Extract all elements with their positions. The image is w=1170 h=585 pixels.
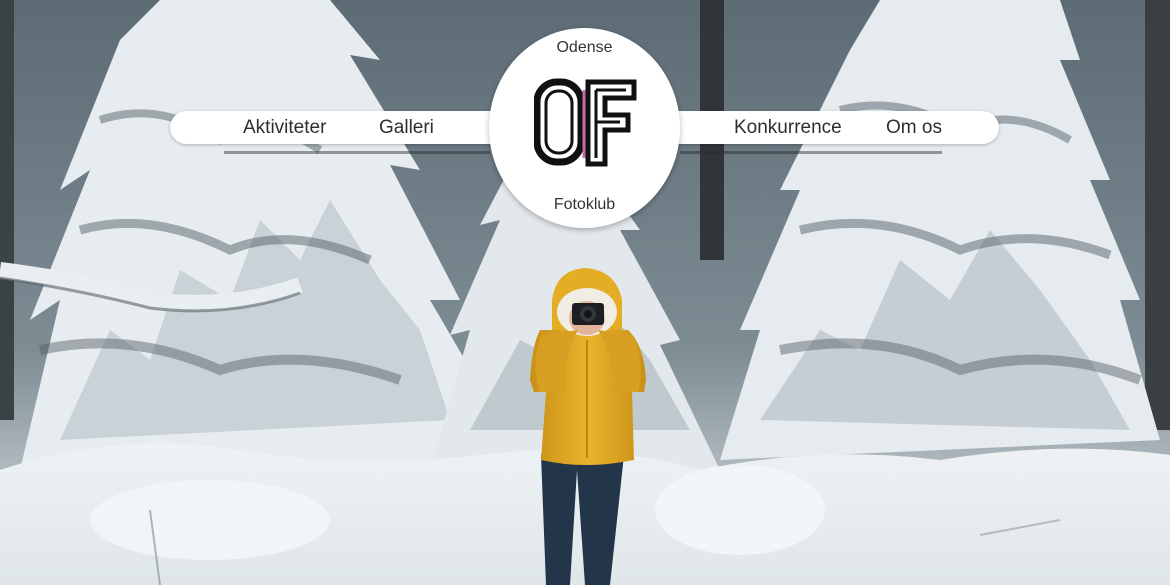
nav-link-aktiviteter[interactable]: Aktiviteter — [243, 116, 326, 140]
nav-bar-left — [170, 111, 530, 144]
nav-underline-right — [680, 151, 942, 154]
logo-bottom-text: Fotoklub — [553, 196, 616, 213]
site-logo[interactable]: Odense OF Fotoklub — [489, 28, 680, 228]
logo-monogram: OF — [533, 78, 638, 168]
nav-link-konkurrence[interactable]: Konkurrence — [734, 116, 842, 140]
nav-link-galleri[interactable]: Galleri — [379, 116, 434, 140]
logo-top-text: Odense — [556, 39, 613, 56]
nav-link-om-os[interactable]: Om os — [886, 116, 942, 140]
nav-underline-left — [224, 151, 490, 154]
